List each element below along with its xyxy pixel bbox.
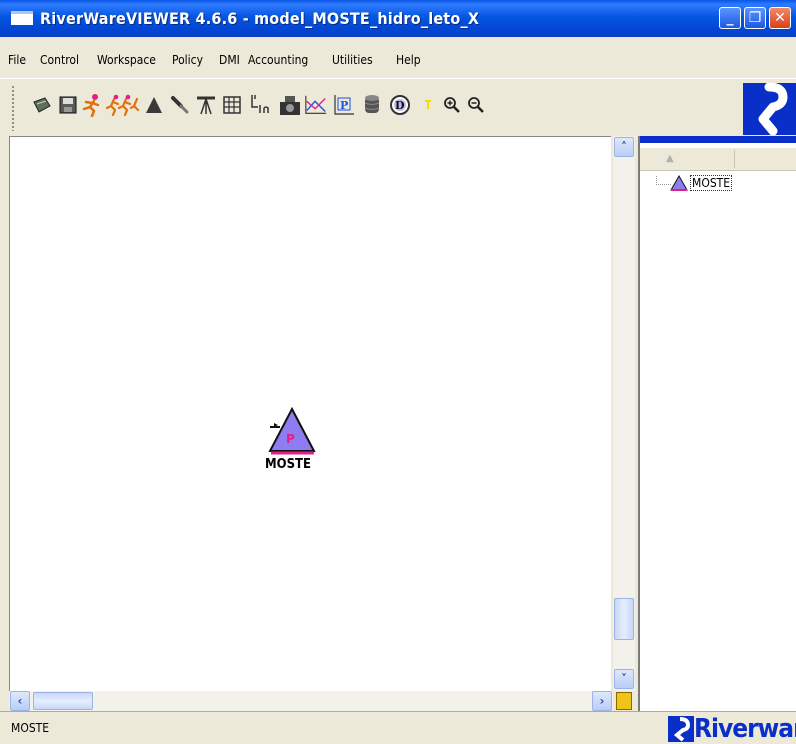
scope-icon (197, 96, 215, 115)
zoom-out-icon (468, 97, 484, 113)
run-multiple-icon (106, 94, 140, 117)
dmi-button[interactable]: D (388, 93, 412, 117)
run-multiple-button[interactable] (106, 93, 140, 117)
scroll-right-button[interactable]: › (592, 691, 612, 711)
save-icon (59, 96, 77, 114)
minimize-icon: _ (726, 10, 734, 26)
workspace-node-moste[interactable]: P MOSTE (258, 405, 328, 475)
zoom-in-button[interactable] (440, 93, 464, 117)
plot-icon (305, 95, 327, 114)
lock-icon[interactable] (616, 692, 632, 710)
zoom-out-button[interactable] (464, 93, 488, 117)
close-icon: ✕ (774, 10, 786, 26)
scope-button[interactable] (194, 93, 218, 117)
tree-item-label: MOSTE (690, 175, 733, 191)
menu-workspace[interactable]: Workspace (97, 49, 156, 71)
node-badge: P (286, 432, 295, 446)
object-tree-panel: ▲ MOSTE (638, 136, 796, 711)
run-icon (82, 94, 100, 117)
tree-item-moste[interactable]: MOSTE (656, 174, 733, 192)
chevron-down-icon: ˅ (621, 672, 627, 686)
scroll-down-button[interactable]: ˅ (614, 669, 634, 689)
minimize-button[interactable]: _ (719, 7, 741, 29)
database-button[interactable] (360, 93, 384, 117)
chevron-up-icon: ˄ (621, 140, 627, 154)
horizontal-scroll-thumb[interactable] (33, 692, 93, 710)
status-bar: MOSTE Riverware (0, 711, 796, 744)
policy-button[interactable]: P (332, 93, 356, 117)
close-button[interactable]: ✕ (769, 7, 791, 29)
database-icon (364, 95, 380, 113)
restore-icon: ❐ (748, 10, 762, 26)
zoom-in-icon (444, 97, 460, 113)
menu-file[interactable]: File (8, 49, 26, 71)
object-palette-button[interactable] (142, 93, 166, 117)
scroll-up-button[interactable]: ˄ (614, 137, 634, 157)
canvas-vertical-scrollbar[interactable]: ˄ ˅ (613, 136, 635, 691)
table-button[interactable] (220, 93, 244, 117)
vertical-scroll-thumb[interactable] (614, 598, 634, 640)
canvas-horizontal-scrollbar[interactable]: ‹ › (9, 691, 613, 711)
toolbar: P D (0, 78, 796, 135)
menu-bar: File Control Workspace Policy DMI Accoun… (0, 49, 796, 71)
snapshot-button[interactable] (278, 93, 302, 117)
scroll-left-button[interactable]: ‹ (10, 691, 30, 711)
column-separator[interactable] (734, 150, 735, 168)
link-icon (171, 96, 189, 114)
run-button[interactable] (80, 93, 104, 117)
node-label: MOSTE (265, 457, 311, 472)
reservoir-icon (670, 175, 688, 191)
menu-control[interactable]: Control (40, 49, 79, 71)
chevron-right-icon: › (599, 694, 605, 708)
open-button[interactable] (30, 93, 54, 117)
title-bar[interactable]: RiverWareVIEWER 4.6.6 - model_MOSTE_hidr… (0, 0, 796, 37)
reservoir-object-icon: P (268, 406, 316, 455)
riverware-mark-icon (668, 716, 694, 742)
policy-icon: P (334, 95, 354, 115)
sort-ascending-icon: ▲ (666, 153, 674, 164)
riverware-logo-icon (758, 83, 788, 135)
restore-button[interactable]: ❐ (744, 7, 766, 29)
object-palette-icon (146, 97, 162, 113)
slot-in-button[interactable] (246, 93, 274, 117)
toolbar-grip[interactable] (11, 85, 15, 131)
menu-utilities[interactable]: Utilities (332, 49, 373, 71)
status-text: MOSTE (11, 721, 50, 735)
tree-column-header[interactable]: ▲ (640, 148, 796, 171)
menu-policy[interactable]: Policy (172, 49, 203, 71)
table-icon (223, 96, 241, 114)
save-button[interactable] (56, 93, 80, 117)
window-title: RiverWareVIEWER 4.6.6 - model_MOSTE_hidr… (40, 9, 480, 28)
menu-accounting[interactable]: Accounting (248, 49, 308, 71)
panel-header-strip (640, 136, 796, 143)
snapshot-icon (280, 96, 300, 115)
link-button[interactable] (168, 93, 192, 117)
accounting-icon (425, 100, 431, 109)
brand-logo-text: Riverware (694, 714, 796, 744)
chevron-left-icon: ‹ (17, 694, 23, 708)
svg-text:P: P (340, 99, 348, 112)
svg-text:D: D (395, 99, 405, 112)
riverware-brand: Riverware (668, 716, 796, 742)
menu-help[interactable]: Help (396, 49, 421, 71)
plot-button[interactable] (304, 93, 328, 117)
menu-dmi[interactable]: DMI (219, 49, 240, 71)
accounting-button[interactable] (416, 93, 440, 117)
app-window-icon (11, 11, 33, 25)
slot-in-icon (251, 95, 269, 113)
open-icon (33, 97, 51, 113)
dmi-icon: D (390, 95, 410, 115)
riverware-logo (743, 83, 796, 135)
